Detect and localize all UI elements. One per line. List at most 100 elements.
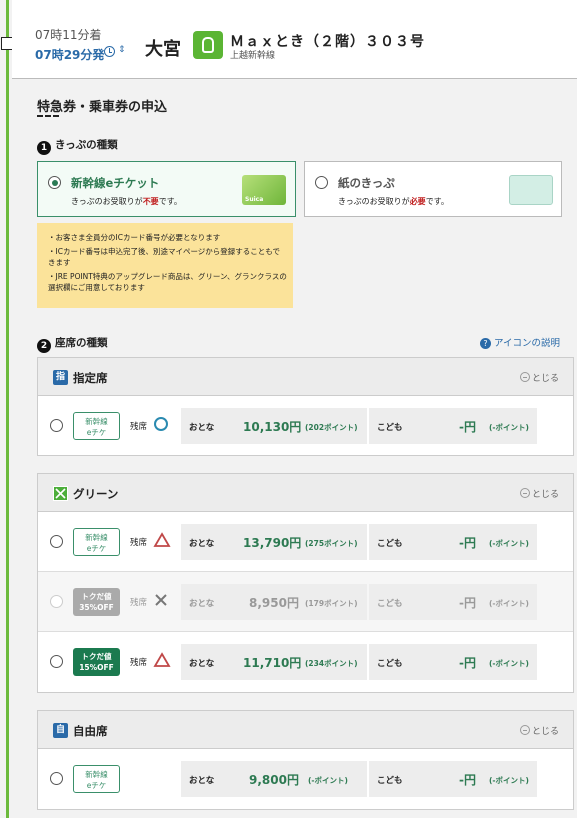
- available-circle-icon: [154, 417, 168, 431]
- child-points: (-ポイント): [489, 776, 529, 785]
- adult-price-box: おとな 13,790円 (275ポイント): [181, 524, 367, 560]
- minus-icon: [519, 372, 530, 382]
- icon-help-link[interactable]: ? アイコンの説明: [480, 335, 560, 349]
- fare-radio: [50, 595, 63, 608]
- e-ticket-title: 新幹線eチケット: [71, 176, 160, 190]
- adult-price: 11,710円: [243, 656, 302, 670]
- child-price: -円: [459, 420, 476, 434]
- reserved-seat-icon: 指: [53, 370, 68, 385]
- seat-availability-label: 残席: [130, 598, 148, 608]
- section-label: 自由席: [73, 724, 108, 738]
- collapse-button[interactable]: とじる: [519, 487, 559, 500]
- fare-row[interactable]: 新幹線 eチケ 残席 おとな 13,790円 (275ポイント) こども -円 (…: [38, 512, 573, 572]
- title-underline: [37, 115, 59, 117]
- seat-availability-label: 残席: [130, 422, 148, 432]
- child-points: (-ポイント): [489, 539, 529, 548]
- ticket-type-heading: 1 きっぷの種類: [37, 137, 118, 155]
- paper-ticket-title: 紙のきっぷ: [338, 176, 395, 190]
- suica-card-icon: Suica: [242, 175, 286, 205]
- child-points: (-ポイント): [489, 599, 529, 608]
- route-line: [6, 0, 9, 818]
- section-label: 指定席: [73, 371, 108, 385]
- notice-line: ・お客さま全員分のICカード番号が必要となります: [48, 233, 221, 242]
- train-line: 上越新幹線: [230, 51, 276, 61]
- option-paper-ticket[interactable]: 紙のきっぷ きっぷのお受取りが必要です。: [304, 161, 562, 217]
- child-price-box: こども -円 (-ポイント): [369, 644, 537, 680]
- few-seats-triangle-icon: [153, 652, 171, 667]
- adult-points: (179ポイント): [305, 599, 358, 608]
- arrive-time: 07時11分着: [35, 28, 102, 42]
- radio-paper-ticket[interactable]: [315, 176, 328, 189]
- adult-price-box: おとな 11,710円 (234ポイント): [181, 644, 367, 680]
- child-price: -円: [459, 656, 476, 670]
- train-header: 07時11分着 07時29分発 ⇕ 大宮 Ｍａｘとき（２階）３０３号 上越新幹線: [12, 0, 577, 79]
- clock-icon[interactable]: [104, 46, 115, 57]
- fare-radio[interactable]: [50, 535, 63, 548]
- child-price: -円: [459, 773, 476, 787]
- notice-line: ・JRE POINT特典のアップグレード商品は、グリーン、グランクラスの選択欄に…: [48, 272, 287, 292]
- question-icon: ?: [480, 338, 491, 349]
- section-header[interactable]: 自 自由席 とじる: [38, 711, 573, 749]
- fare-row[interactable]: 新幹線 eチケ 残席 おとな 10,130円 (202ポイント) こども -円 (…: [38, 396, 573, 456]
- e-ticket-badge: 新幹線 eチケ: [73, 528, 120, 556]
- adult-price: 10,130円: [243, 420, 302, 434]
- option-e-ticket[interactable]: 新幹線eチケット きっぷのお受取りが不要です。 Suica: [37, 161, 296, 217]
- child-price-box: こども -円 (-ポイント): [369, 584, 537, 620]
- seat-availability-label: 残席: [130, 658, 148, 668]
- child-label: こども: [377, 423, 403, 433]
- section-header[interactable]: 指 指定席 とじる: [38, 358, 573, 396]
- notice-line: ・ICカード番号は申込完了後、別途マイページから登録することもできます: [48, 247, 280, 267]
- page-title: 特急券・乗車券の申込: [37, 100, 168, 115]
- paper-ticket-icon: [509, 175, 553, 205]
- section-label: グリーン: [73, 487, 119, 501]
- fare-row[interactable]: トクだ値 15%OFF 残席 おとな 11,710円 (234ポイント) こども …: [38, 632, 573, 692]
- collapse-button[interactable]: とじる: [519, 724, 559, 737]
- seat-availability-label: 残席: [130, 538, 148, 548]
- discount-badge: トクだ値 15%OFF: [73, 648, 120, 676]
- step-number-icon: 2: [37, 339, 51, 353]
- child-price-box: こども -円 (-ポイント): [369, 761, 537, 797]
- step-number-icon: 1: [37, 141, 51, 155]
- child-price: -円: [459, 596, 476, 610]
- shinkansen-icon: [193, 31, 223, 59]
- adult-price-box: おとな 10,130円 (202ポイント): [181, 408, 367, 444]
- depart-time: 07時29分発: [35, 48, 105, 62]
- fare-radio[interactable]: [50, 419, 63, 432]
- fare-radio[interactable]: [50, 655, 63, 668]
- e-ticket-notice: ・お客さま全員分のICカード番号が必要となります ・ICカード番号は申込完了後、…: [37, 223, 293, 308]
- section-header[interactable]: グリーン とじる: [38, 474, 573, 512]
- minus-icon: [519, 725, 530, 735]
- adult-points: (-ポイント): [308, 776, 348, 785]
- application-form: 特急券・乗車券の申込 1 きっぷの種類 新幹線eチケット きっぷのお受取りが不要で…: [12, 80, 577, 818]
- adult-price: 13,790円: [243, 536, 302, 550]
- collapse-button[interactable]: とじる: [519, 371, 559, 384]
- child-points: (-ポイント): [489, 423, 529, 432]
- e-ticket-badge: 新幹線 eチケ: [73, 412, 120, 440]
- fare-row: トクだ値 35%OFF 残席 おとな 8,950円 (179ポイント) こども -…: [38, 572, 573, 632]
- child-label: こども: [377, 776, 403, 786]
- green-car-section: グリーン とじる 新幹線 eチケ 残席 おとな 13,790円 (275ポイント)…: [37, 473, 574, 693]
- discount-badge: トクだ値 35%OFF: [73, 588, 120, 616]
- adult-points: (234ポイント): [305, 659, 358, 668]
- child-label: こども: [377, 659, 403, 669]
- adult-price: 8,950円: [249, 596, 299, 610]
- e-ticket-badge: 新幹線 eチケ: [73, 765, 120, 793]
- child-label: こども: [377, 599, 403, 609]
- radio-e-ticket[interactable]: [48, 176, 61, 189]
- adult-points: (275ポイント): [305, 539, 358, 548]
- station-name: 大宮: [145, 39, 181, 60]
- adult-label: おとな: [189, 776, 215, 786]
- fare-radio[interactable]: [50, 772, 63, 785]
- fare-row[interactable]: 新幹線 eチケ おとな 9,800円 (-ポイント) こども -円 (-ポイント): [38, 749, 573, 809]
- sold-out-cross-icon: [155, 594, 167, 606]
- adult-price-box: おとな 8,950円 (179ポイント): [181, 584, 367, 620]
- reserved-seat-section: 指 指定席 とじる 新幹線 eチケ 残席 おとな 10,130円 (202ポイント…: [37, 357, 574, 456]
- seat-type-heading: 2 座席の種類: [37, 335, 108, 353]
- green-car-icon: [53, 486, 68, 501]
- adult-label: おとな: [189, 423, 215, 433]
- minus-icon: [519, 488, 530, 498]
- sort-toggle-icon[interactable]: ⇕: [118, 45, 126, 55]
- adult-label: おとな: [189, 599, 215, 609]
- adult-label: おとな: [189, 539, 215, 549]
- child-price-box: こども -円 (-ポイント): [369, 524, 537, 560]
